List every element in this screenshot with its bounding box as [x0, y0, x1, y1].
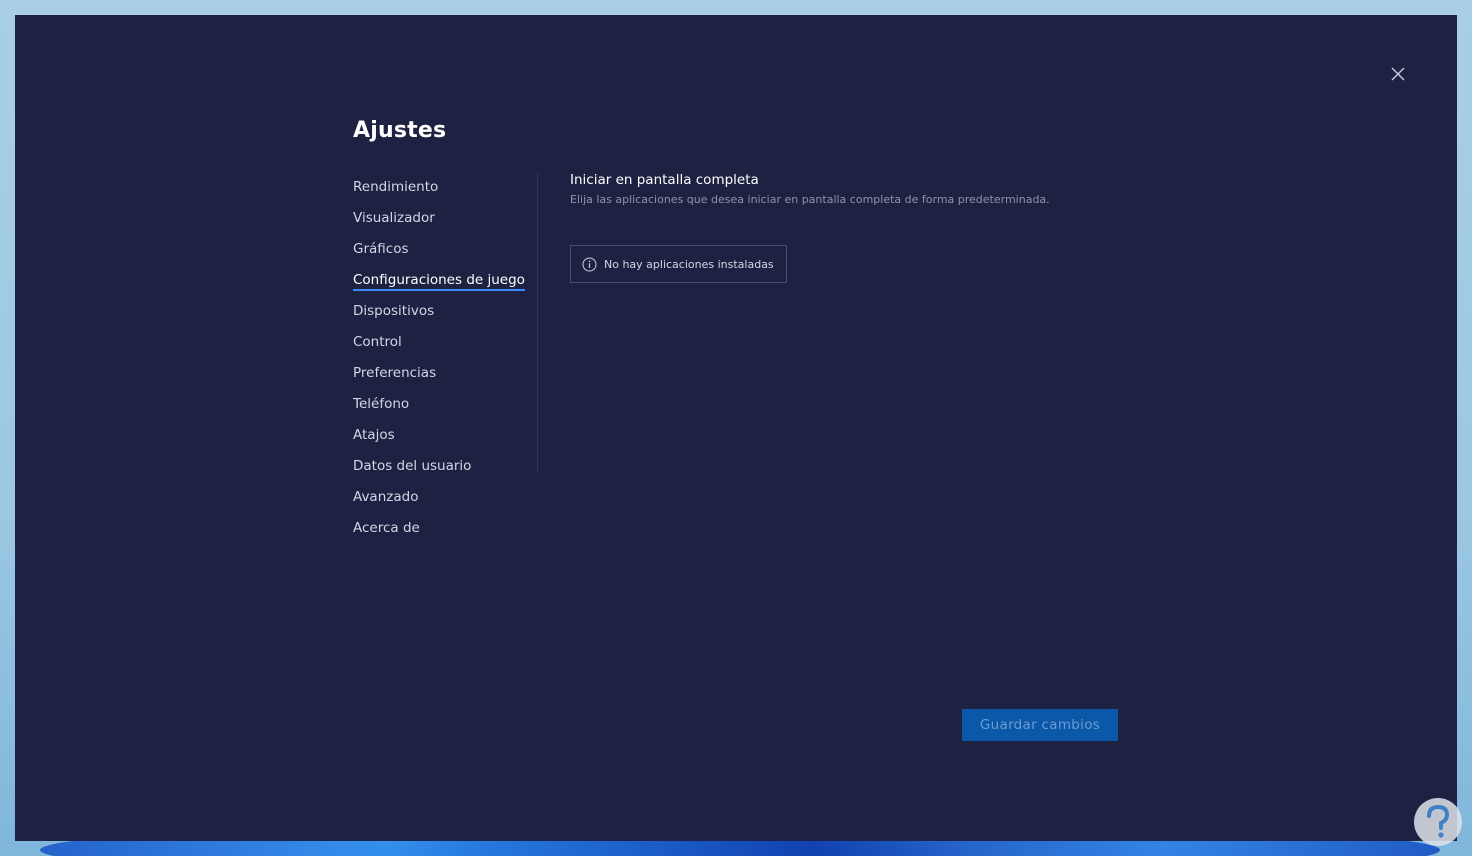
section-title: Iniciar en pantalla completa — [570, 172, 759, 188]
sidebar-item-datos-del-usuario[interactable]: Datos del usuario — [353, 454, 543, 485]
sidebar-item-label: Visualizador — [353, 210, 435, 226]
sidebar-item-control[interactable]: Control — [353, 330, 543, 361]
sidebar-item-visualizador[interactable]: Visualizador — [353, 206, 543, 237]
sidebar-item-telefono[interactable]: Teléfono — [353, 392, 543, 423]
sidebar-item-label: Gráficos — [353, 241, 409, 257]
sidebar-divider — [537, 173, 538, 473]
page-title: Ajustes — [353, 118, 447, 143]
close-button[interactable] — [1389, 65, 1407, 83]
info-icon — [582, 257, 597, 271]
sidebar-item-label: Dispositivos — [353, 303, 435, 319]
sidebar-item-label: Datos del usuario — [353, 458, 472, 474]
empty-state-text: No hay aplicaciones instaladas — [604, 257, 774, 271]
sidebar-item-label: Preferencias — [353, 365, 437, 381]
sidebar-item-label: Acerca de — [353, 520, 420, 536]
settings-window: Ajustes Rendimiento Visualizador Gráfico… — [15, 15, 1457, 841]
sidebar-item-label: Configuraciones de juego — [353, 272, 525, 291]
sidebar-item-label: Avanzado — [353, 489, 419, 505]
empty-state-box: No hay aplicaciones instaladas — [570, 245, 787, 283]
sidebar-item-atajos[interactable]: Atajos — [353, 423, 543, 454]
sidebar-item-configuraciones-de-juego[interactable]: Configuraciones de juego — [353, 268, 543, 299]
save-button[interactable]: Guardar cambios — [962, 709, 1118, 741]
help-logo-watermark — [1414, 798, 1462, 846]
sidebar-item-rendimiento[interactable]: Rendimiento — [353, 175, 543, 206]
section-description: Elija las aplicaciones que desea iniciar… — [570, 193, 1050, 206]
sidebar-item-avanzado[interactable]: Avanzado — [353, 485, 543, 516]
sidebar-item-acerca-de[interactable]: Acerca de — [353, 516, 543, 547]
sidebar-item-preferencias[interactable]: Preferencias — [353, 361, 543, 392]
sidebar-item-label: Teléfono — [353, 396, 410, 412]
settings-sidebar: Rendimiento Visualizador Gráficos Config… — [353, 175, 543, 547]
sidebar-item-dispositivos[interactable]: Dispositivos — [353, 299, 543, 330]
sidebar-item-label: Atajos — [353, 427, 395, 443]
sidebar-item-label: Control — [353, 334, 402, 350]
sidebar-item-label: Rendimiento — [353, 179, 439, 195]
sidebar-item-graficos[interactable]: Gráficos — [353, 237, 543, 268]
close-icon — [1391, 67, 1405, 81]
